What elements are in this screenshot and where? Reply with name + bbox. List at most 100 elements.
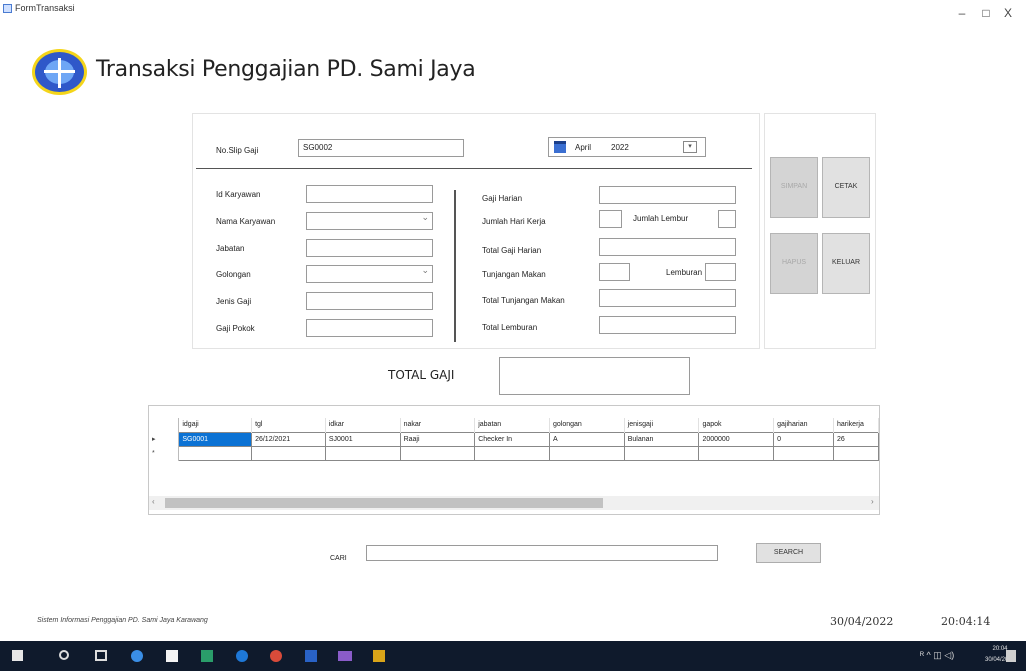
gaji-pokok-input[interactable] bbox=[306, 319, 433, 337]
col-header-gajiharian[interactable]: gajiharian bbox=[773, 418, 834, 432]
cetak-button[interactable]: CETAK bbox=[822, 157, 870, 218]
table-cell[interactable]: 26/12/2021 bbox=[251, 431, 326, 447]
keluar-button[interactable]: KELUAR bbox=[822, 233, 870, 294]
row-indicator-icon: ▸ bbox=[149, 432, 180, 446]
title-bar: FormTransaksi – □ X bbox=[0, 0, 1026, 24]
golongan-combo[interactable] bbox=[306, 265, 433, 283]
gaji-harian-label: Gaji Harian bbox=[482, 194, 523, 203]
table-cell[interactable]: SJ0001 bbox=[324, 431, 401, 447]
visual-studio-icon[interactable] bbox=[338, 651, 352, 661]
jumlah-lembur-input[interactable] bbox=[718, 210, 736, 228]
total-lemburan-input[interactable] bbox=[599, 316, 736, 334]
no-slip-gaji-input[interactable]: SG0002 bbox=[298, 139, 464, 157]
scroll-left-icon[interactable]: ‹ bbox=[152, 497, 155, 506]
table-cell[interactable] bbox=[623, 445, 700, 461]
id-karyawan-input[interactable] bbox=[306, 185, 433, 203]
table-cell[interactable]: SG0001 bbox=[178, 431, 253, 447]
winforms-app-icon[interactable] bbox=[373, 650, 385, 662]
total-tunjangan-makan-input[interactable] bbox=[599, 289, 736, 307]
table-row[interactable]: ▸ SG0001 26/12/2021 SJ0001 Raaji Checker… bbox=[149, 431, 879, 447]
word-icon[interactable] bbox=[305, 650, 317, 662]
form-transaksi-window: FormTransaksi – □ X Transaksi Penggajian… bbox=[0, 0, 1026, 671]
col-header-jabatan[interactable]: jabatan bbox=[474, 418, 550, 432]
company-logo bbox=[32, 49, 87, 95]
table-cell[interactable] bbox=[773, 445, 834, 461]
system-tray-icons[interactable]: ᴿ ^ ◫ ◁) bbox=[920, 650, 954, 661]
jabatan-input[interactable] bbox=[306, 239, 433, 257]
jumlah-hari-kerja-label: Jumlah Hari Kerja bbox=[482, 217, 546, 226]
total-gaji-input[interactable] bbox=[499, 357, 690, 395]
table-cell[interactable]: 2000000 bbox=[698, 431, 775, 447]
table-cell[interactable] bbox=[548, 445, 625, 461]
app-icon-green[interactable] bbox=[201, 650, 213, 662]
windows-start-icon[interactable] bbox=[12, 650, 23, 661]
minimize-button[interactable]: – bbox=[952, 6, 972, 20]
search-input[interactable] bbox=[366, 545, 718, 561]
jumlah-hari-kerja-input[interactable] bbox=[599, 210, 622, 228]
hapus-button-label: HAPUS bbox=[781, 259, 807, 266]
col-header-jenisgaji[interactable]: jenisgaji bbox=[624, 418, 700, 432]
close-button[interactable]: X bbox=[998, 6, 1018, 20]
col-header-golongan[interactable]: golongan bbox=[549, 418, 625, 432]
notification-icon[interactable] bbox=[1006, 650, 1016, 662]
search-button[interactable]: SEARCH bbox=[756, 543, 821, 563]
window-title: FormTransaksi bbox=[15, 3, 75, 13]
nama-karyawan-combo[interactable] bbox=[306, 212, 433, 230]
browser-icon[interactable] bbox=[131, 650, 143, 662]
scrollbar-thumb[interactable] bbox=[165, 498, 603, 508]
col-header-tgl[interactable]: tgl bbox=[251, 418, 326, 432]
col-header-idkar[interactable]: idkar bbox=[325, 418, 401, 432]
date-picker[interactable]: April 2022 ▾ bbox=[548, 137, 706, 157]
task-view-icon[interactable] bbox=[95, 650, 107, 661]
col-header-gapok[interactable]: gapok bbox=[698, 418, 775, 432]
table-cell[interactable] bbox=[698, 445, 775, 461]
simpan-button[interactable]: SIMPAN bbox=[770, 157, 818, 218]
simpan-button-label: SIMPAN bbox=[780, 183, 808, 190]
gaji-harian-input[interactable] bbox=[599, 186, 736, 204]
chrome-icon[interactable] bbox=[270, 650, 282, 662]
date-dropdown-icon[interactable]: ▾ bbox=[683, 141, 697, 153]
table-cell[interactable]: Raaji bbox=[399, 431, 476, 447]
tunjangan-makan-label: Tunjangan Makan bbox=[482, 270, 546, 279]
table-cell[interactable]: 0 bbox=[773, 431, 834, 447]
table-cell[interactable] bbox=[474, 445, 550, 461]
table-cell[interactable]: 26 bbox=[833, 431, 879, 447]
tunjangan-makan-input[interactable] bbox=[599, 263, 630, 281]
total-gaji-label: TOTAL GAJI bbox=[388, 368, 455, 382]
table-cell[interactable] bbox=[399, 445, 476, 461]
search-icon[interactable] bbox=[59, 650, 69, 660]
footer-caption: Sistem Informasi Penggajian PD. Sami Jay… bbox=[37, 617, 208, 624]
nama-karyawan-label: Nama Karyawan bbox=[216, 217, 276, 226]
date-month: April bbox=[575, 143, 592, 152]
maximize-button[interactable]: □ bbox=[976, 6, 996, 20]
salary-data-grid[interactable]: idgaji tgl idkar nakar jabatan golongan … bbox=[148, 405, 880, 515]
total-lemburan-label: Total Lemburan bbox=[482, 323, 538, 332]
scroll-right-icon[interactable]: › bbox=[871, 497, 874, 506]
jenis-gaji-label: Jenis Gaji bbox=[216, 297, 252, 306]
total-gaji-harian-input[interactable] bbox=[599, 238, 736, 256]
table-cell[interactable] bbox=[324, 445, 401, 461]
table-cell[interactable] bbox=[178, 445, 253, 461]
table-cell[interactable]: Checker In bbox=[474, 431, 550, 447]
edge-icon[interactable] bbox=[236, 650, 248, 662]
golongan-label: Golongan bbox=[216, 270, 251, 279]
table-cell[interactable]: Bulanan bbox=[623, 431, 700, 447]
store-icon[interactable] bbox=[166, 650, 178, 662]
header-divider bbox=[196, 168, 752, 169]
table-cell[interactable]: A bbox=[548, 431, 625, 447]
table-cell[interactable] bbox=[833, 445, 879, 461]
windows-taskbar: ᴿ ^ ◫ ◁) 20:04 30/04/2022 bbox=[0, 641, 1026, 671]
column-divider bbox=[454, 190, 456, 342]
hapus-button[interactable]: HAPUS bbox=[770, 233, 818, 294]
jenis-gaji-input[interactable] bbox=[306, 292, 433, 310]
footer-time: 20:04:14 bbox=[941, 615, 991, 628]
col-header-nakar[interactable]: nakar bbox=[400, 418, 476, 432]
cari-label: CARI bbox=[330, 555, 347, 562]
new-table-row[interactable]: * bbox=[149, 445, 879, 461]
col-header-harikerja[interactable]: harikerja bbox=[833, 418, 879, 432]
keluar-button-label: KELUAR bbox=[831, 259, 860, 266]
col-header-idgaji[interactable]: idgaji bbox=[178, 418, 253, 432]
lemburan-input[interactable] bbox=[705, 263, 736, 281]
table-cell[interactable] bbox=[251, 445, 326, 461]
horizontal-scrollbar[interactable]: ‹ › bbox=[149, 496, 879, 510]
